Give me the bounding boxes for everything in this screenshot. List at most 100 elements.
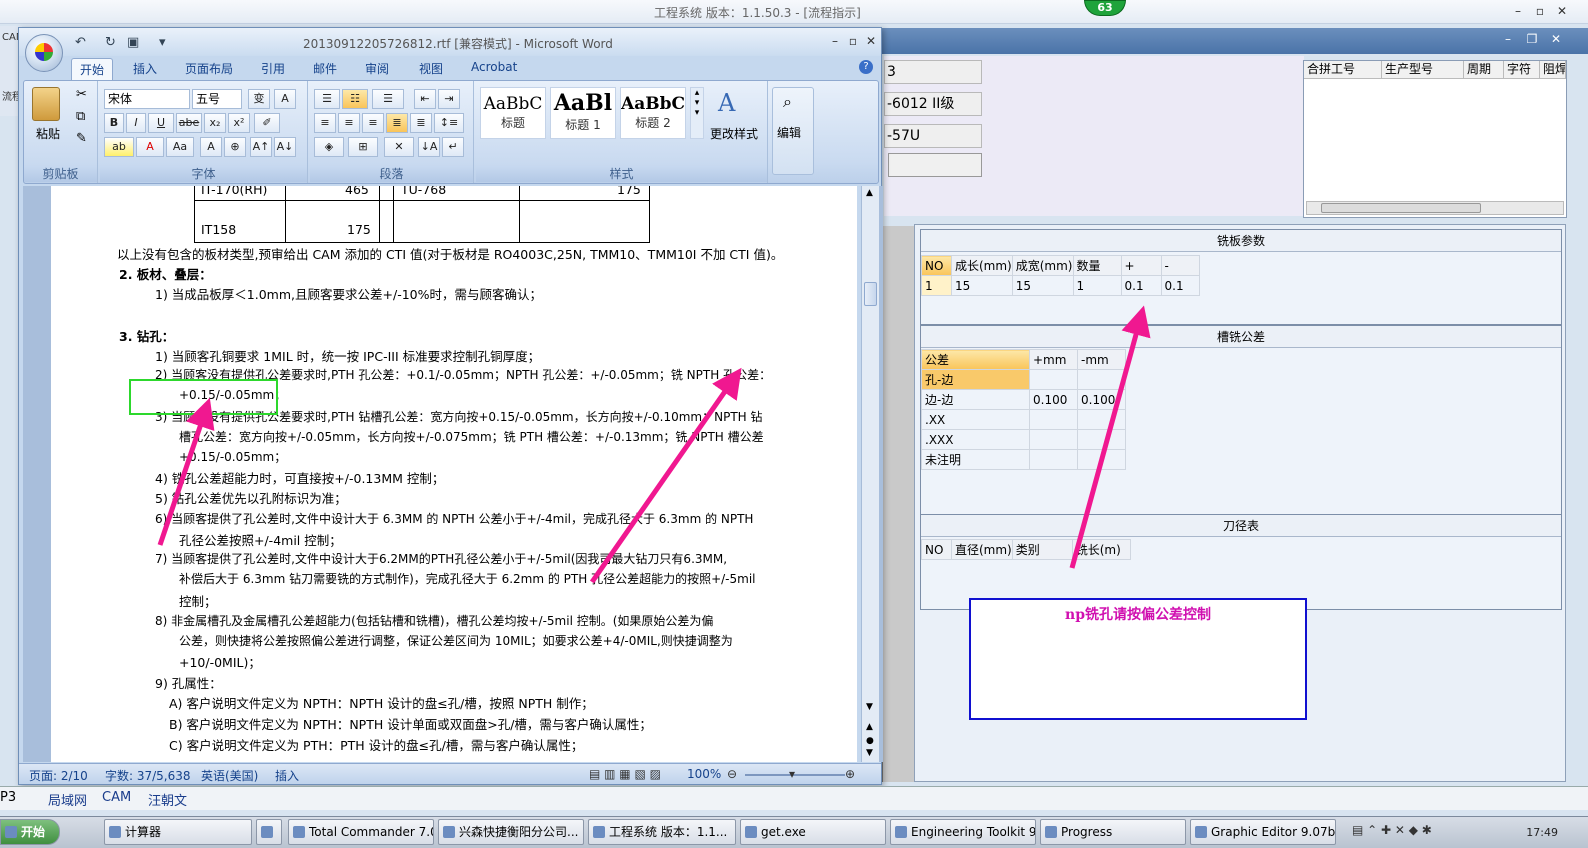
align-left-icon[interactable]: ≡ [314,113,336,133]
tt-col-type[interactable]: 类别 [1011,539,1073,560]
tab-view[interactable]: 视图 [419,60,443,77]
mp-col-minus[interactable]: - [1160,255,1200,276]
zoom-in-icon[interactable]: ⊕ [845,767,855,781]
enclose-char-icon[interactable]: ⊕ [224,137,246,157]
table-cell[interactable]: 15 [951,275,1013,296]
info-field-3[interactable]: -57U [884,124,982,148]
mp-col-plus[interactable]: + [1120,255,1162,276]
qat-menu-icon[interactable]: ▾ [159,35,166,50]
scroll-down-icon[interactable]: ▼ [866,702,873,712]
table-cell[interactable] [1029,429,1078,450]
paste-icon[interactable] [32,87,60,121]
slot-tolerance-table[interactable]: 公差 +mm -mm 孔-边 边-边 0.100 0.100 .XX .XXX … [921,349,1126,470]
save-icon[interactable]: ▣ [127,35,139,50]
mp-col-qty[interactable]: 数量 [1072,255,1122,276]
merge-table[interactable]: 合拼工号 生产型号 周期 字符 阻焊 [1303,60,1567,218]
col-merge-no[interactable]: 合拼工号 [1304,61,1382,78]
group-edit[interactable]: ⌕ 编辑 [772,87,814,175]
task-item[interactable] [256,819,282,845]
tab-home[interactable]: 开始 [71,58,114,82]
styles-more-icon[interactable]: ▴ ▾ ▾ [690,87,704,139]
clear-format-icon[interactable]: ✐ [254,113,280,133]
change-styles-icon[interactable]: A [718,89,735,117]
table-cell[interactable]: 0.1 [1160,275,1200,296]
start-button[interactable]: 开始 [0,819,60,845]
task-item[interactable]: 工程系统 版本：1.1... [588,819,736,845]
increase-indent-icon[interactable]: ⇥ [438,89,460,109]
horizontal-scrollbar[interactable] [1306,201,1564,215]
table-row[interactable]: 未注明 [921,449,1126,470]
bottom-tab-p3[interactable]: P3 [0,790,16,805]
undo-icon[interactable]: ↶ [75,35,86,50]
grow-font-icon[interactable]: A↑ [250,137,272,157]
change-styles-label[interactable]: 更改样式 [710,125,758,142]
strikethrough-icon[interactable]: abe [176,113,202,133]
tab-acrobat[interactable]: Acrobat [471,60,517,74]
info-field-4[interactable] [888,153,982,177]
status-page[interactable]: 页面: 2/10 [29,767,88,784]
tab-mailings[interactable]: 邮件 [313,60,337,77]
close-icon[interactable]: ✕ [1552,2,1572,20]
distribute-icon[interactable]: ≣ [410,113,432,133]
bullets-icon[interactable]: ☰ [314,89,340,109]
table-cell[interactable]: 0.100 [1029,389,1078,410]
table-cell[interactable] [1077,409,1126,430]
table-row[interactable]: .XXX [921,429,1126,450]
scroll-thumb[interactable] [864,282,877,306]
chinese-layout-icon[interactable]: ✕ [384,137,414,157]
info-field-1[interactable]: 3 [884,60,982,84]
document-page[interactable]: IT-170(RH) 465 TU-768 175 IT158 175 以上没有… [51,186,857,762]
table-cell[interactable] [1077,369,1126,390]
style-heading-2[interactable]: AaBbC 标题 2 [620,87,686,139]
table-row[interactable]: 孔-边 [921,369,1126,390]
col-model[interactable]: 生产型号 [1382,61,1464,78]
status-words[interactable]: 字数: 37/5,638 [105,767,191,784]
char-shading-icon[interactable]: A [200,137,222,157]
tt-col-no[interactable]: NO [921,539,952,560]
mp-col-len[interactable]: 成长(mm) [951,255,1013,276]
task-item[interactable]: Total Commander 7.0 ... [288,819,434,845]
paste-label[interactable]: 粘贴 [36,125,60,142]
st-col-plus[interactable]: +mm [1029,349,1078,370]
sort-icon[interactable]: ↓A [418,137,440,157]
multilevel-icon[interactable]: ☰ [372,89,404,109]
justify-icon[interactable]: ≣ [386,113,408,133]
prev-page-icon[interactable]: ▲ [866,722,873,732]
underline-icon[interactable]: U [148,113,174,133]
table-cell[interactable] [1077,429,1126,450]
style-heading-1[interactable]: AaBl 标题 1 [550,87,616,139]
borders-icon[interactable]: ⊞ [348,137,378,157]
word-close-icon[interactable]: ✕ [861,32,881,50]
help-icon[interactable]: ? [859,60,873,74]
line-spacing-icon[interactable]: ↕≡ [434,113,464,133]
table-cell[interactable] [1029,369,1078,390]
browse-object-icon[interactable]: ● [866,736,874,746]
task-item[interactable]: Graphic Editor 9.07b2 ... [1190,819,1336,845]
scroll-thumb[interactable] [1321,203,1481,213]
mdi-close-icon[interactable]: ✕ [1546,30,1566,48]
task-item[interactable]: Engineering Toolkit 9.0... [890,819,1036,845]
table-cell[interactable]: .XX [921,409,1030,430]
show-marks-icon[interactable]: ↵ [442,137,464,157]
st-col-tol[interactable]: 公差 [921,349,1030,370]
italic-icon[interactable]: I [126,113,146,133]
change-case-icon[interactable]: Aa [166,137,194,157]
table-cell[interactable]: .XXX [921,429,1030,450]
table-cell[interactable]: 0.1 [1120,275,1162,296]
status-zoom[interactable]: 100% [687,767,721,781]
col-char[interactable]: 字符 [1504,61,1540,78]
table-cell[interactable]: 边-边 [921,389,1030,410]
table-row[interactable]: 边-边 0.100 0.100 [921,389,1126,410]
col-period[interactable]: 周期 [1464,61,1504,78]
zoom-out-icon[interactable]: ⊖ [727,767,737,781]
scroll-up-icon[interactable]: ▲ [866,188,873,198]
view-buttons[interactable]: ▤ ▥ ▦ ▧ ▨ [589,767,661,781]
table-row[interactable]: .XX [921,409,1126,430]
table-cell[interactable] [1077,449,1126,470]
word-restore-icon[interactable]: ▫ [843,32,863,50]
col-mask[interactable]: 阻焊 [1540,61,1566,78]
tt-col-len[interactable]: 铣长(m) [1071,539,1131,560]
mdi-restore-icon[interactable]: ❐ [1522,30,1542,48]
maximize-icon[interactable]: ▫ [1530,2,1550,20]
decrease-indent-icon[interactable]: ⇤ [414,89,436,109]
